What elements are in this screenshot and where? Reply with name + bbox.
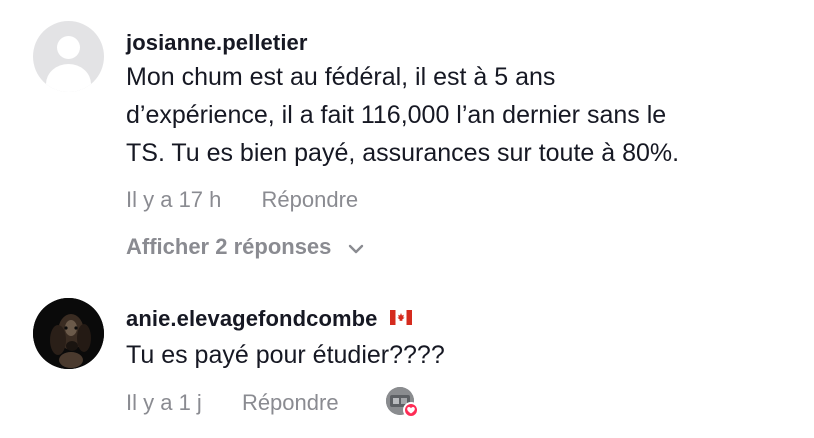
comment-meta: Il y a 17 h Répondre <box>126 187 358 213</box>
heart-icon <box>403 402 419 418</box>
user-avatar[interactable] <box>33 298 104 369</box>
comment-text: Mon chum est au fédéral, il est à 5 ans … <box>126 63 680 167</box>
chevron-down-icon <box>348 234 364 260</box>
avatar-head-shape <box>57 36 80 59</box>
comment-timestamp: Il y a 17 h <box>126 187 222 212</box>
avatar-shoulders-shape <box>46 64 91 92</box>
show-replies-label: Afficher 2 réponses <box>126 234 332 259</box>
reply-button[interactable]: Répondre <box>242 390 339 415</box>
reply-button[interactable]: Répondre <box>262 187 359 212</box>
comment-username[interactable]: anie.elevagefondcombe <box>126 306 412 332</box>
user-avatar[interactable] <box>33 21 104 92</box>
comment-timestamp: Il y a 1 j <box>126 390 202 415</box>
comment-meta: Il y a 1 j Répondre <box>126 390 339 416</box>
comment-username[interactable]: josianne.pelletier <box>126 30 308 56</box>
show-replies-button[interactable]: Afficher 2 réponses <box>126 234 364 260</box>
canada-flag-icon <box>389 305 412 331</box>
comment-text: Tu es payé pour étudier???? <box>126 341 445 369</box>
comments-panel: josianne.pelletier Mon chum est au fédér… <box>0 0 814 438</box>
comment-item: josianne.pelletier Mon chum est au fédér… <box>0 0 814 270</box>
comment-username-text: anie.elevagefondcombe <box>126 306 378 331</box>
creator-liked-badge <box>386 387 419 418</box>
dog-photo <box>33 298 104 369</box>
